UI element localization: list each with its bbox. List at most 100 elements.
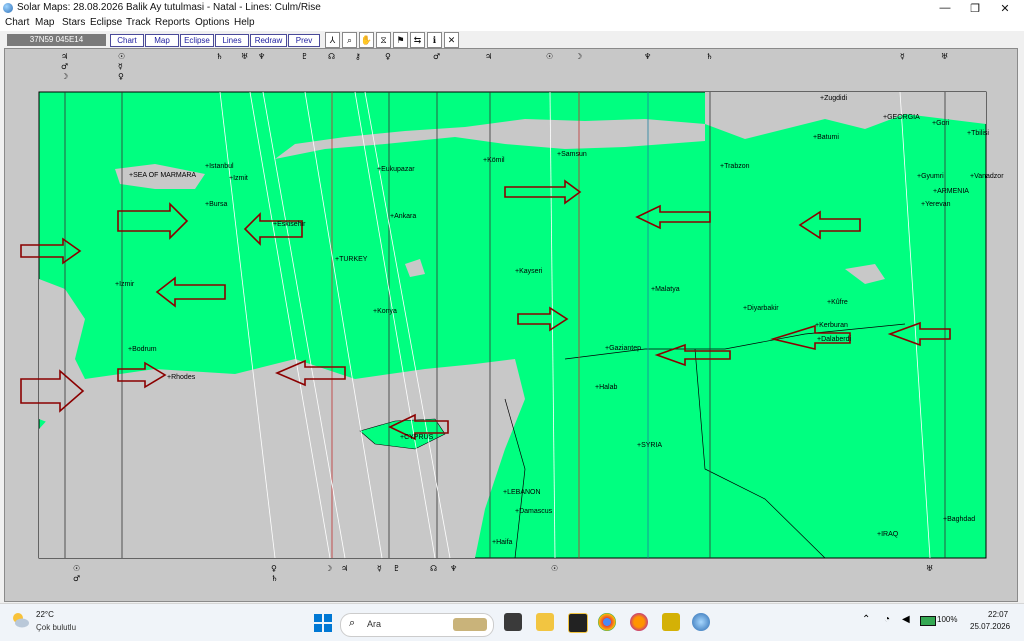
place-label: +Baghdad <box>943 516 975 523</box>
flag-icon[interactable]: ⚑ <box>393 32 408 48</box>
glyph-jupiter-icon: ♃ <box>341 564 348 573</box>
place-label: +Batumi <box>813 134 839 141</box>
glyph-neptune-icon: ♆ <box>258 52 265 61</box>
glyph-moon-icon: ☽ <box>325 564 332 573</box>
place-label: +SYRIA <box>637 442 662 449</box>
windows-start-icon[interactable] <box>314 614 332 632</box>
zoom-icon[interactable]: ⌕ <box>342 32 357 48</box>
place-label: +Gyumri <box>917 173 944 180</box>
glyph-neptune-icon: ♆ <box>644 52 651 61</box>
clock-time[interactable]: 22:07 <box>988 610 1008 619</box>
menu-reports[interactable]: Reports <box>155 17 190 28</box>
place-label: +Izmir <box>115 281 135 288</box>
glyph-moon-icon: ☽ <box>575 52 582 61</box>
hand-icon[interactable]: ✋ <box>359 32 374 48</box>
weather-desc[interactable]: Çok bulutlu <box>36 623 76 632</box>
place-label: +Dalaberdi <box>817 336 851 343</box>
glyph-mars-icon: ♂ <box>433 52 440 61</box>
lines-button[interactable]: Lines <box>215 34 249 47</box>
place-label: +GEORGIA <box>883 114 920 121</box>
clock-date[interactable]: 25.07.2026 <box>970 622 1010 631</box>
menu-bar: Chart Map Stars Eclipse Track Reports Op… <box>0 16 1024 31</box>
cloud-weather-icon[interactable] <box>10 610 30 630</box>
map-frame[interactable]: +Zugdidi +Batumi +GEORGIA +Gori +Tbilisi… <box>4 48 1018 602</box>
title-bar: Solar Maps: 28.08.2026 Balik Ay tutulmas… <box>0 0 1024 16</box>
solar-maps-taskbar-icon[interactable] <box>692 613 710 631</box>
glyph-venus-icon: ♀ <box>118 72 124 81</box>
glyph-moon-icon: ☽ <box>61 72 68 81</box>
menu-map[interactable]: Map <box>35 17 54 28</box>
arrows-icon[interactable]: ⇆ <box>410 32 425 48</box>
glyph-jupiter-icon: ♃ <box>61 52 68 61</box>
menu-options[interactable]: Options <box>195 17 229 28</box>
glyph-neptune-icon: ♆ <box>450 564 457 573</box>
place-label: +Malatya <box>651 286 680 293</box>
glyph-sun-icon: ☉ <box>546 52 553 61</box>
cross-icon[interactable]: ✕ <box>444 32 459 48</box>
notes-app-icon[interactable] <box>568 613 588 633</box>
place-label: +Gaziantep <box>605 345 641 352</box>
search-highlight-icon <box>453 618 487 631</box>
glyph-sun-icon: ☉ <box>118 52 125 61</box>
place-label: +Yerevan <box>921 201 951 208</box>
glyph-sun-icon: ☉ <box>73 564 80 573</box>
chart-button[interactable]: Chart <box>110 34 144 47</box>
search-box[interactable]: ⌕ Ara <box>340 613 494 637</box>
place-label: +Zugdidi <box>820 95 847 102</box>
battery-icon[interactable] <box>920 616 936 626</box>
search-label: Ara <box>367 619 382 629</box>
glyph-jupiter-icon: ♃ <box>485 52 492 61</box>
task-view-icon[interactable] <box>504 613 522 631</box>
file-explorer-icon[interactable] <box>536 613 554 631</box>
place-label: +Trabzon <box>720 163 750 170</box>
menu-chart[interactable]: Chart <box>5 17 29 28</box>
maximize-button[interactable]: ❐ <box>960 0 990 16</box>
glyph-saturn-icon: ♄ <box>706 52 713 61</box>
prev-button[interactable]: Prev <box>288 34 320 47</box>
glyph-mars-icon: ♂ <box>61 62 68 71</box>
astro-map[interactable]: +Zugdidi +Batumi +GEORGIA +Gori +Tbilisi… <box>5 49 1017 601</box>
place-label: +Vanadzor <box>970 173 1004 180</box>
search-icon: ⌕ <box>349 617 356 629</box>
map-button[interactable]: Map <box>145 34 179 47</box>
place-label: +Kömil <box>483 157 505 164</box>
close-button[interactable]: ✕ <box>990 0 1020 16</box>
glyph-uranus-icon: ♅ <box>241 52 248 61</box>
minimize-button[interactable]: — <box>930 0 960 16</box>
speaker-icon[interactable]: ◀ <box>902 614 910 625</box>
place-label: +CYPRUS <box>400 434 434 441</box>
map-icon[interactable]: ⧖ <box>376 32 391 48</box>
glyph-pluto-icon: ♇ <box>393 564 400 573</box>
menu-track[interactable]: Track <box>126 17 151 28</box>
place-label: +Samsun <box>557 151 587 158</box>
firefox-icon[interactable] <box>630 613 648 631</box>
chevron-up-icon[interactable]: ⌃ <box>862 614 870 625</box>
place-label: +Gori <box>932 120 950 127</box>
glyph-venus-icon: ♀ <box>271 564 277 573</box>
place-label: +ARMENIA <box>933 188 969 195</box>
bottom-planet-glyphs: ☉ ♂ ♀ ♄ ☽ ♃ ☿ ♇ ☊ ♆ ☉ ♅ <box>73 564 933 583</box>
place-label: +TURKEY <box>335 256 368 263</box>
window-title: Solar Maps: 28.08.2026 Balik Ay tutulmas… <box>17 2 321 13</box>
glyph-chiron-icon: ⚷ <box>355 52 361 61</box>
menu-help[interactable]: Help <box>234 17 255 28</box>
compass-icon[interactable]: ⅄ <box>325 32 340 48</box>
place-label: +IRAQ <box>877 531 899 538</box>
info-icon[interactable]: ℹ <box>427 32 442 48</box>
menu-eclipse[interactable]: Eclipse <box>90 17 122 28</box>
redraw-button[interactable]: Redraw <box>250 34 287 47</box>
weather-temp[interactable]: 22°C <box>36 610 54 619</box>
coordinates-readout: 37N59 045E14 <box>7 34 106 46</box>
glyph-uranus-icon: ♅ <box>926 564 933 573</box>
menu-stars[interactable]: Stars <box>62 17 85 28</box>
eclipse-button[interactable]: Eclipse <box>180 34 214 47</box>
place-label: +Bursa <box>205 201 227 208</box>
chrome-icon[interactable] <box>598 613 616 631</box>
place-label: +Diyarbakir <box>743 305 779 312</box>
astro-app-icon[interactable] <box>662 613 680 631</box>
mediterranean-sea-shape <box>39 359 525 558</box>
wifi-icon[interactable]: ◔ <box>884 614 890 625</box>
glyph-uranus-icon: ♅ <box>941 52 948 61</box>
place-label: +Kûfre <box>827 299 848 306</box>
place-label: +Konya <box>373 308 397 315</box>
